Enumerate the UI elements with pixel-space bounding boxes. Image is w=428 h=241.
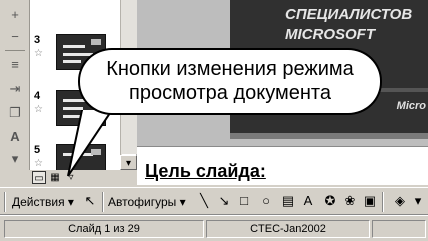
- wordart-icon[interactable]: A: [300, 193, 316, 209]
- align-lines-icon[interactable]: ≡: [6, 56, 24, 74]
- animation-star-icon: ☆: [34, 158, 43, 169]
- callout-text: Кнопки изменения режима просмотра докуме…: [80, 57, 380, 105]
- slide-number: 3: [34, 34, 41, 46]
- copy-icon[interactable]: ❐: [6, 104, 24, 122]
- actions-menu-button[interactable]: Действия ▾: [12, 193, 74, 211]
- fill-color-icon[interactable]: ◈: [392, 193, 408, 209]
- arrow-icon[interactable]: ↘: [216, 193, 232, 209]
- status-bar: Слайд 1 из 29 CTEC-Jan2002: [0, 215, 428, 241]
- toolbar-separator: [5, 50, 25, 51]
- slide-logo: Micro: [396, 100, 426, 112]
- dropdown-arrow-icon[interactable]: ▾: [410, 193, 426, 209]
- picture-icon[interactable]: ▣: [362, 193, 378, 209]
- slide-title[interactable]: СПЕЦИАЛИСТОВ MICROSOFT: [285, 5, 425, 45]
- toolbar-separator: [102, 192, 104, 212]
- dropdown-arrow-icon: ▾: [64, 195, 74, 209]
- notes-text[interactable]: Цель слайда:: [145, 161, 266, 182]
- left-formatting-toolbar: + − ≡ ⇥ ❐ A ▾: [0, 0, 30, 170]
- callout-line-1: Кнопки изменения режима: [106, 58, 354, 80]
- actions-label: Действия: [12, 195, 65, 209]
- dropdown-arrow-icon: ▾: [176, 195, 186, 209]
- drawing-toolbar: Действия ▾ ↖ Автофигуры ▾ ╲ ↘ □ ○ ▤ A ✪ …: [0, 187, 428, 215]
- design-template-name: CTEC-Jan2002: [206, 220, 370, 238]
- text-size-icon[interactable]: A: [6, 128, 24, 146]
- diagram-icon[interactable]: ✪: [322, 193, 338, 209]
- normal-view-icon[interactable]: ▭: [32, 171, 46, 184]
- animation-star-icon: ☆: [34, 48, 43, 59]
- toolbar-grip: [4, 192, 6, 212]
- minus-icon[interactable]: −: [6, 28, 24, 46]
- plus-icon[interactable]: +: [6, 6, 24, 24]
- rectangle-icon[interactable]: □: [236, 193, 252, 209]
- callout-line-2: просмотра документа: [129, 82, 331, 104]
- animation-star-icon: ☆: [34, 104, 43, 115]
- oval-icon[interactable]: ○: [258, 193, 274, 209]
- callout-bubble: Кнопки изменения режима просмотра докуме…: [78, 48, 382, 115]
- scroll-down-icon[interactable]: ▾: [120, 155, 137, 170]
- font-color-icon[interactable]: ▾: [6, 150, 24, 168]
- callout-pointer: [67, 110, 114, 177]
- notes-pane[interactable]: Цель слайда:: [137, 146, 428, 185]
- clipart-icon[interactable]: ❀: [342, 193, 358, 209]
- toolbar-separator: [382, 192, 384, 212]
- slide-counter: Слайд 1 из 29: [4, 220, 204, 238]
- select-arrow-icon[interactable]: ↖: [82, 193, 98, 209]
- textbox-icon[interactable]: ▤: [280, 193, 296, 209]
- status-language: [372, 220, 426, 238]
- slide-number: 5: [34, 144, 41, 156]
- slide-shadow: [230, 133, 428, 139]
- line-icon[interactable]: ╲: [196, 193, 212, 209]
- autoshapes-menu-button[interactable]: Автофигуры ▾: [108, 193, 186, 211]
- autoshapes-label: Автофигуры: [108, 195, 177, 209]
- slide-number: 4: [34, 90, 41, 102]
- indent-icon[interactable]: ⇥: [6, 80, 24, 98]
